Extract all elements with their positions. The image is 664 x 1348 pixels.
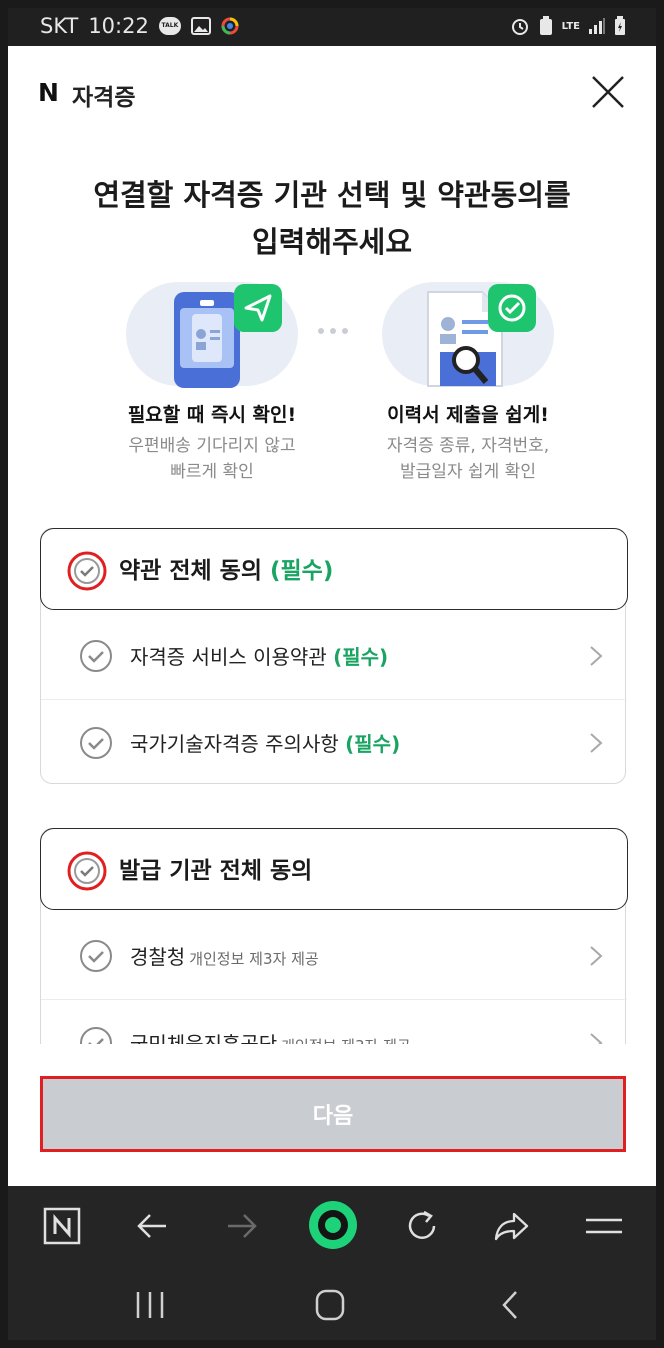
terms-agree-all-label: 약관 전체 동의 (필수) bbox=[119, 558, 334, 584]
chevron-right-icon[interactable] bbox=[589, 945, 603, 967]
page-header: N 자격증 bbox=[8, 46, 656, 132]
page-title: 자격증 bbox=[72, 85, 136, 111]
terms-agreement-group: 약관 전체 동의 (필수) 자격증 서비스 이용약관 (필수) 국가기술자격증 … bbox=[40, 528, 628, 785]
naver-logo[interactable]: N bbox=[38, 78, 59, 107]
clock-label: 10:22 bbox=[88, 14, 149, 38]
home-icon[interactable] bbox=[310, 1288, 350, 1322]
next-button[interactable]: 다음 bbox=[40, 1076, 626, 1152]
issuers-agree-all-label: 발급 기관 전체 동의 bbox=[119, 858, 313, 884]
feature-illustration bbox=[92, 278, 332, 388]
naver-home-icon[interactable] bbox=[42, 1206, 82, 1246]
recent-apps-icon[interactable] bbox=[130, 1288, 170, 1322]
list-item-label: 국가기술자격증 주의사항 (필수) bbox=[130, 732, 401, 756]
carrier-label: SKT bbox=[40, 14, 79, 38]
required-tag: (필수) bbox=[270, 558, 334, 584]
refresh-icon[interactable] bbox=[402, 1206, 442, 1246]
main-heading: 연결할 자격증 기관 선택 및 약관동의를 입력해주세요 bbox=[8, 172, 656, 266]
bottom-action-bar: 다음 bbox=[8, 1044, 656, 1186]
menu-icon[interactable] bbox=[584, 1206, 624, 1246]
check-circle-icon[interactable] bbox=[79, 726, 113, 760]
chrome-icon bbox=[221, 17, 239, 35]
system-navigation-bar bbox=[8, 1268, 656, 1340]
feature-title: 이력서 제출을 쉽게! bbox=[387, 404, 549, 426]
status-bar: SKT 10:22 TALK LTE bbox=[8, 8, 656, 46]
status-left: SKT 10:22 TALK bbox=[40, 14, 239, 38]
back-arrow-icon[interactable] bbox=[132, 1206, 172, 1246]
list-item-label: 경찰청 개인정보 제3자 제공 bbox=[130, 945, 319, 969]
share-icon[interactable] bbox=[492, 1206, 532, 1246]
signal-icon bbox=[589, 18, 605, 34]
green-dot-icon[interactable] bbox=[307, 1199, 359, 1251]
list-item-issuer-police[interactable]: 경찰청 개인정보 제3자 제공 bbox=[41, 913, 627, 999]
check-badge-icon bbox=[488, 284, 536, 332]
battery-icon bbox=[615, 16, 625, 35]
heading-line-1: 연결할 자격증 기관 선택 및 약관동의를 bbox=[93, 178, 571, 212]
list-item-service-terms[interactable]: 자격증 서비스 이용약관 (필수) bbox=[41, 613, 627, 699]
network-label: LTE bbox=[561, 20, 580, 32]
feature-easy-resume: 이력서 제출을 쉽게! 자격증 종류, 자격번호, 발급일자 쉽게 확인 bbox=[348, 278, 588, 485]
issuers-agree-all[interactable]: 발급 기관 전체 동의 bbox=[40, 828, 628, 910]
image-icon bbox=[190, 17, 211, 35]
heading-line-2: 입력해주세요 bbox=[251, 225, 413, 259]
feature-title: 필요할 때 즉시 확인! bbox=[127, 404, 297, 426]
feature-illustration bbox=[348, 278, 588, 388]
send-badge-icon bbox=[234, 284, 282, 332]
chevron-right-icon[interactable] bbox=[589, 645, 603, 667]
check-circle-icon[interactable] bbox=[79, 939, 113, 973]
list-item-caution-terms[interactable]: 국가기술자격증 주의사항 (필수) bbox=[41, 699, 627, 785]
check-circle-icon[interactable] bbox=[79, 639, 113, 673]
check-circle-icon[interactable] bbox=[66, 550, 108, 592]
terms-agree-all[interactable]: 약관 전체 동의 (필수) bbox=[40, 528, 628, 610]
chevron-right-icon[interactable] bbox=[589, 732, 603, 754]
feature-instant-check: 필요할 때 즉시 확인! 우편배송 기다리지 않고 빠르게 확인 bbox=[92, 278, 332, 485]
forward-arrow-icon bbox=[228, 1214, 257, 1238]
browser-toolbar bbox=[8, 1186, 656, 1268]
feature-description: 우편배송 기다리지 않고 빠르게 확인 bbox=[128, 436, 296, 482]
close-icon[interactable] bbox=[588, 72, 628, 112]
list-item-label: 자격증 서비스 이용약관 (필수) bbox=[130, 645, 389, 669]
check-circle-icon[interactable] bbox=[66, 850, 108, 892]
feature-description: 자격증 종류, 자격번호, 발급일자 쉽게 확인 bbox=[386, 436, 550, 482]
app-frame: SKT 10:22 TALK LTE N 자격증 연결할 자격증 기관 선택 및… bbox=[8, 8, 656, 1340]
battery-saver-icon bbox=[539, 16, 552, 35]
nav-back-icon[interactable] bbox=[492, 1288, 532, 1322]
talk-icon: TALK bbox=[158, 17, 181, 35]
separator-dots bbox=[318, 328, 348, 334]
alarm-icon bbox=[511, 19, 528, 35]
status-right: LTE bbox=[510, 16, 626, 36]
